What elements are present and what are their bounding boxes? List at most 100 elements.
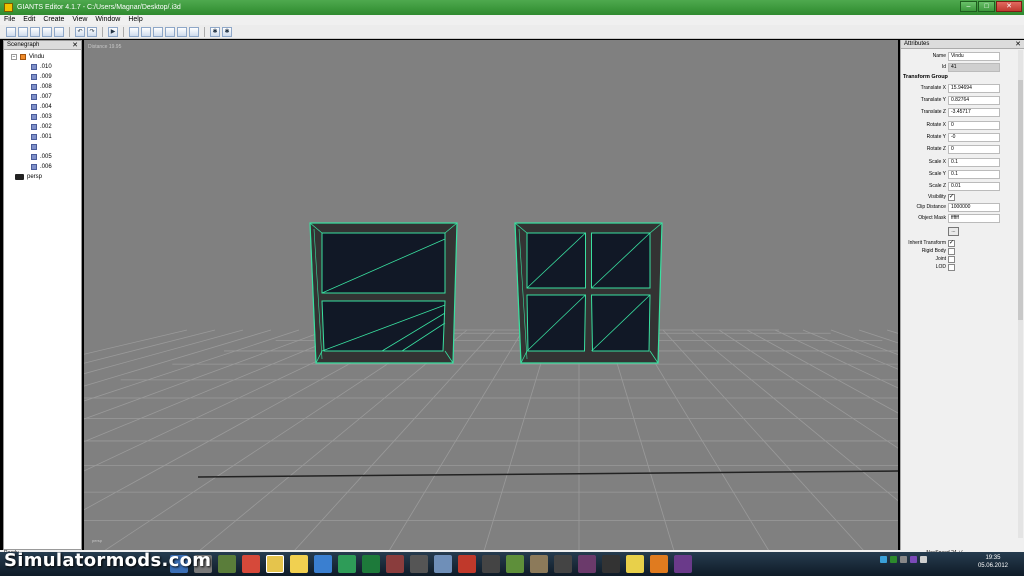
transform-group-heading: Transform Group: [903, 74, 948, 80]
vlc-icon[interactable]: [650, 555, 668, 573]
taskbar-app-icon[interactable]: [554, 555, 572, 573]
volume-icon[interactable]: [920, 556, 927, 563]
tree-node[interactable]: .010: [11, 62, 81, 72]
rotate-z-field[interactable]: 0: [948, 144, 1000, 154]
play-icon[interactable]: ▶: [108, 26, 118, 37]
visibility-checkbox[interactable]: ✓: [948, 193, 955, 201]
shape-icon: [31, 114, 37, 120]
attributes-close-icon[interactable]: ✕: [1015, 40, 1021, 48]
tree-node-label: .005: [40, 154, 52, 160]
window-pane: [321, 232, 446, 294]
foliage-icon[interactable]: [177, 26, 187, 37]
tree-node[interactable]: .007: [11, 92, 81, 102]
taskbar-app-icon[interactable]: [314, 555, 332, 573]
tree-node[interactable]: .005: [11, 152, 81, 162]
attr-row-scale-x: Scale X 0.1: [901, 157, 1019, 167]
tree-node[interactable]: .002: [11, 122, 81, 132]
tree-node[interactable]: .009: [11, 72, 81, 82]
attributes-title: Attributes: [904, 41, 930, 47]
rotate-y-field[interactable]: -0: [948, 132, 1000, 142]
taskbar-app-icon[interactable]: [338, 555, 356, 573]
menu-help[interactable]: Help: [128, 15, 142, 25]
taskbar-app-icon[interactable]: [626, 555, 644, 573]
translate-x-field[interactable]: 15.94694: [948, 83, 1000, 93]
tree-node-label: .008: [40, 84, 52, 90]
tree-node-label: Vindu: [29, 54, 45, 60]
rotate-x-field[interactable]: 0: [948, 120, 1000, 130]
tree-node[interactable]: .004: [11, 102, 81, 112]
taskbar-app-icon[interactable]: [218, 555, 236, 573]
tree-node-camera[interactable]: persp: [11, 172, 81, 182]
undo-icon[interactable]: ↶: [75, 26, 85, 37]
redo-icon[interactable]: ↷: [87, 26, 97, 37]
taskbar-app-icon[interactable]: [386, 555, 404, 573]
render-icon[interactable]: ✱: [222, 26, 232, 37]
scale-x-field[interactable]: 0.1: [948, 157, 1000, 167]
menu-create[interactable]: Create: [43, 15, 64, 25]
menu-file[interactable]: File: [4, 15, 15, 25]
tree-node-root[interactable]: − Vindu: [11, 52, 81, 62]
paint-icon[interactable]: [165, 26, 175, 37]
wire-edge: [84, 329, 188, 355]
foliage2-icon[interactable]: [189, 26, 199, 37]
attributes-scrollbar[interactable]: [1018, 50, 1023, 538]
tray-icon[interactable]: [890, 556, 897, 563]
attr-row-clip: Clip Distance 1000000: [901, 202, 1019, 212]
taskbar-app-icon[interactable]: [578, 555, 596, 573]
translate-y-field[interactable]: 0.82764: [948, 95, 1000, 105]
tree-node[interactable]: [11, 142, 81, 152]
attributes-header: Attributes ✕: [901, 40, 1024, 49]
translate-z-field[interactable]: -3.45717: [948, 107, 1000, 117]
tree-node-label: .010: [40, 64, 52, 70]
tray-icon[interactable]: [910, 556, 917, 563]
move-icon[interactable]: [141, 26, 151, 37]
menu-window[interactable]: Window: [95, 15, 120, 25]
settings-icon[interactable]: ✱: [210, 26, 220, 37]
clip-distance-field[interactable]: 1000000: [948, 202, 1000, 212]
select-icon[interactable]: [129, 26, 139, 37]
expand-icon[interactable]: −: [11, 54, 17, 60]
scrollbar-thumb[interactable]: [1018, 80, 1023, 320]
save-icon[interactable]: [42, 26, 52, 37]
tray-icon[interactable]: [880, 556, 887, 563]
tree-node[interactable]: .008: [11, 82, 81, 92]
taskbar-app-icon[interactable]: [530, 555, 548, 573]
chrome-icon[interactable]: [242, 555, 260, 573]
close-button[interactable]: ✕: [996, 1, 1022, 12]
import-icon[interactable]: [30, 26, 40, 37]
wire-edge: [84, 329, 216, 364]
taskbar-app-icon[interactable]: [410, 555, 428, 573]
mask-edit-button[interactable]: ...: [948, 226, 959, 236]
taskbar-app-icon[interactable]: [674, 555, 692, 573]
tree-node[interactable]: .003: [11, 112, 81, 122]
name-field[interactable]: Vindu: [948, 51, 1000, 61]
new-icon[interactable]: [6, 26, 16, 37]
taskbar-app-icon[interactable]: [362, 555, 380, 573]
scale-z-field[interactable]: 0.01: [948, 181, 1000, 191]
scale-y-field[interactable]: 0.1: [948, 169, 1000, 179]
taskbar-app-icon[interactable]: [434, 555, 452, 573]
tree-node[interactable]: .006: [11, 162, 81, 172]
giants-editor-task-icon[interactable]: [266, 555, 284, 573]
3d-viewport[interactable]: Distance 19.95 persp: [84, 40, 898, 551]
minimize-button[interactable]: –: [960, 1, 977, 12]
tree-node[interactable]: .001: [11, 132, 81, 142]
menu-edit[interactable]: Edit: [23, 15, 35, 25]
terrain-icon[interactable]: [153, 26, 163, 37]
taskbar-app-icon[interactable]: [602, 555, 620, 573]
object-mask-field[interactable]: ffffff: [948, 213, 1000, 223]
taskbar-clock[interactable]: 19:35 05.06.2012: [978, 554, 1008, 570]
lod-checkbox[interactable]: [948, 263, 955, 271]
maximize-button[interactable]: □: [978, 1, 995, 12]
menu-view[interactable]: View: [72, 15, 87, 25]
save-as-icon[interactable]: [54, 26, 64, 37]
taskbar-app-icon[interactable]: [290, 555, 308, 573]
minecraft-icon[interactable]: [506, 555, 524, 573]
wire-edge: [802, 329, 898, 370]
taskbar-app-icon[interactable]: [458, 555, 476, 573]
toolbar-separator: [69, 26, 70, 37]
taskbar-app-icon[interactable]: [482, 555, 500, 573]
open-icon[interactable]: [18, 26, 28, 37]
tray-icon[interactable]: [900, 556, 907, 563]
scenegraph-close-icon[interactable]: ✕: [72, 41, 78, 49]
